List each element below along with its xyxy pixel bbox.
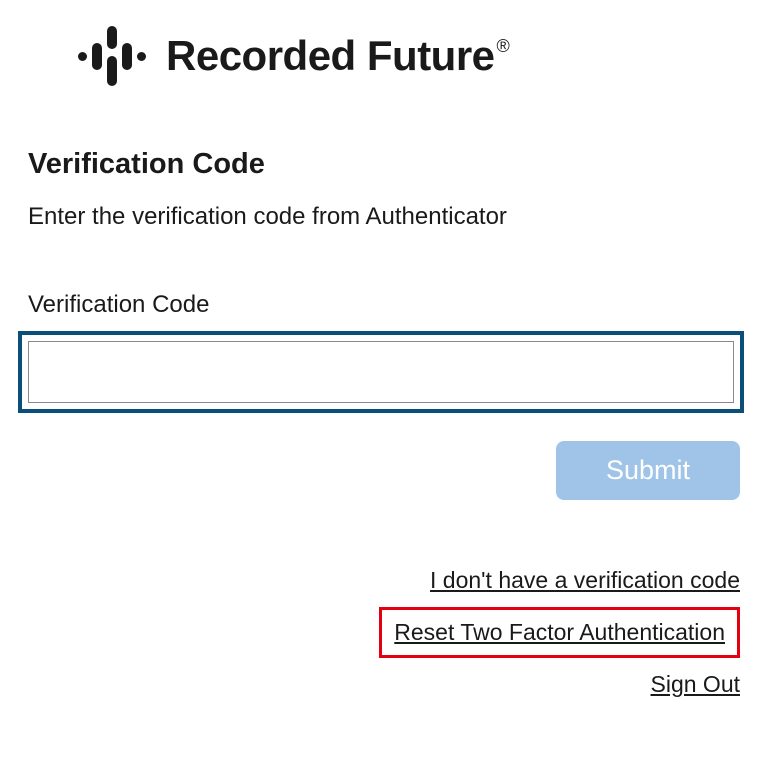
instruction-text: Enter the verification code from Authent… — [28, 203, 740, 231]
page-title: Verification Code — [28, 148, 740, 181]
auth-verification-panel: Recorded Future® Verification Code Enter… — [0, 0, 768, 702]
no-code-link[interactable]: I don't have a verification code — [430, 562, 740, 599]
submit-button[interactable]: Submit — [556, 441, 740, 500]
brand-name: Recorded Future — [166, 32, 495, 79]
reset-2fa-link[interactable]: Reset Two Factor Authentication — [394, 619, 725, 645]
reset-2fa-annotation-box: Reset Two Factor Authentication — [379, 607, 740, 658]
brand-logo: Recorded Future® — [78, 26, 740, 86]
registered-mark: ® — [497, 36, 510, 56]
brand-logo-mark-icon — [78, 26, 152, 86]
brand-logo-text: Recorded Future® — [166, 32, 509, 80]
auxiliary-links: I don't have a verification code Reset T… — [28, 562, 740, 702]
form-actions: Submit — [28, 441, 740, 500]
sign-out-link[interactable]: Sign Out — [651, 666, 741, 703]
input-annotation-box — [18, 331, 744, 413]
verification-code-input[interactable] — [28, 341, 734, 403]
code-field-label: Verification Code — [28, 291, 740, 319]
